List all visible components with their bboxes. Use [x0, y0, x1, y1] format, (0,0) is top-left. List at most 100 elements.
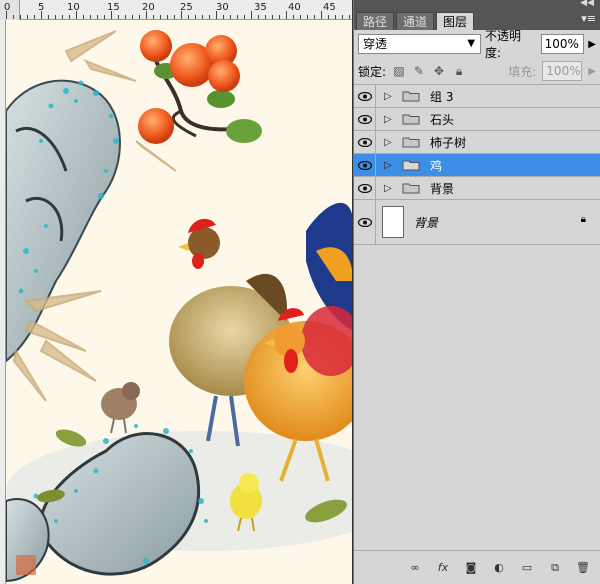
layer-name: 背景 [430, 181, 455, 196]
lock-all-icon[interactable]: 🔒︎ [452, 64, 466, 78]
lock-image-pixels-icon[interactable]: ✎ [412, 64, 426, 78]
ruler-tick [97, 15, 98, 19]
ruler-label: 10 [67, 2, 80, 13]
ruler-tick [160, 15, 161, 19]
visibility-eye-icon[interactable] [354, 177, 376, 199]
painting-artwork [6, 30, 352, 583]
adjustment-layer-icon[interactable]: ◐ [492, 561, 506, 575]
layer-name: 柿子树 [430, 135, 467, 150]
blend-mode-select[interactable]: 穿透 ▼ [358, 34, 482, 54]
layer-style-fx-icon[interactable]: fx [436, 561, 450, 575]
lock-options-row: 锁定: ▨ ✎ ✥ 🔒︎ 填充: 100% ▶ [354, 58, 600, 84]
fill-input[interactable]: 100% [542, 61, 583, 81]
collapse-panel-icon[interactable]: ◀◀ [580, 0, 594, 8]
tab-paths[interactable]: 路径 [356, 12, 395, 30]
ruler-tick [174, 15, 175, 19]
ruler-tick [55, 15, 56, 19]
layer-row-persimmon-tree[interactable]: ▷ 柿子树 [354, 131, 600, 154]
ruler-tick [258, 15, 259, 19]
visibility-eye-icon[interactable] [354, 131, 376, 153]
dropdown-arrow-icon: ▼ [467, 38, 476, 49]
new-group-icon[interactable]: ▭ [520, 561, 534, 575]
add-mask-icon[interactable]: ◙ [464, 561, 478, 575]
ruler-tick [34, 15, 35, 19]
ruler-tick [181, 11, 182, 19]
ruler-label: 40 [288, 2, 301, 13]
ruler-tick [146, 11, 147, 19]
layer-row-background[interactable]: 背景 🔒︎ [354, 200, 600, 245]
ruler-tick [90, 15, 91, 19]
folder-icon [402, 137, 420, 148]
expand-triangle-icon[interactable]: ▷ [384, 137, 398, 148]
expand-triangle-icon[interactable]: ▷ [384, 160, 398, 171]
ruler-label: 15 [107, 2, 120, 13]
lock-label: 锁定: [358, 64, 387, 79]
ruler-tick [265, 15, 266, 19]
ruler-tick [27, 15, 28, 19]
ruler-tick [223, 15, 224, 19]
fill-slider-arrow-icon[interactable]: ▶ [588, 66, 596, 77]
layer-row-background-group[interactable]: ▷ 背景 [354, 177, 600, 200]
layer-name: 鸡 [430, 158, 443, 173]
ruler-label: 20 [142, 2, 155, 13]
layer-name: 组 3 [430, 89, 454, 104]
ruler-label: 0 [4, 2, 11, 13]
folder-icon [402, 114, 420, 125]
ruler-tick [62, 15, 63, 19]
ruler-tick [48, 15, 49, 19]
panel-menu-icon[interactable]: ▾≡ [581, 12, 596, 25]
layer-row-chicken[interactable]: ▷ 鸡 [354, 154, 600, 177]
ruler-tick [321, 11, 322, 19]
visibility-eye-icon[interactable] [354, 154, 376, 176]
expand-triangle-icon[interactable]: ▷ [384, 183, 398, 194]
layers-panel: ◀◀ 路径 通道 图层 ▾≡ 穿透 ▼ 不透明度: 100% ▶ 锁定: ▨ ✎… [353, 0, 600, 584]
expand-triangle-icon[interactable]: ▷ [384, 114, 398, 125]
ruler-tick [6, 11, 7, 19]
ruler-tick [230, 15, 231, 19]
horizontal-ruler: 0 5 10 15 20 25 30 35 40 45 [0, 0, 352, 20]
layer-lock-icon: 🔒︎ [580, 214, 586, 225]
ruler-tick [335, 15, 336, 19]
visibility-eye-icon[interactable] [354, 108, 376, 130]
tab-channels[interactable]: 通道 [396, 12, 435, 30]
visibility-eye-icon[interactable] [354, 200, 376, 244]
tab-layers[interactable]: 图层 [436, 12, 475, 30]
expand-triangle-icon[interactable]: ▷ [384, 91, 398, 102]
ruler-label: 35 [254, 2, 267, 13]
blend-options-row: 穿透 ▼ 不透明度: 100% ▶ [354, 29, 600, 60]
opacity-slider-arrow-icon[interactable]: ▶ [588, 39, 596, 50]
ruler-label: 45 [323, 2, 336, 13]
ruler-tick [69, 15, 70, 19]
layer-row-rocks[interactable]: ▷ 石头 [354, 108, 600, 131]
ruler-tick [209, 15, 210, 19]
ruler-tick [20, 15, 21, 19]
visibility-eye-icon[interactable] [354, 85, 376, 107]
ruler-tick [41, 11, 42, 19]
lock-transparent-pixels-icon[interactable]: ▨ [392, 64, 406, 78]
ruler-tick [167, 15, 168, 19]
ruler-tick [125, 15, 126, 19]
layer-thumbnail [382, 206, 404, 238]
layer-row-group3[interactable]: ▷ 组 3 [354, 85, 600, 108]
ruler-tick [202, 15, 203, 19]
ruler-tick [293, 15, 294, 19]
ruler-tick [195, 15, 196, 19]
ruler-tick [342, 15, 343, 19]
ruler-tick [328, 15, 329, 19]
ruler-tick [216, 11, 217, 19]
document-canvas[interactable]: 0 5 10 15 20 25 30 35 40 45 [0, 0, 353, 584]
new-layer-icon[interactable]: ⧉ [548, 561, 562, 575]
ruler-tick [153, 15, 154, 19]
ruler-label: 30 [216, 2, 229, 13]
ruler-tick [237, 15, 238, 19]
ruler-tick [314, 15, 315, 19]
lock-position-icon[interactable]: ✥ [432, 64, 446, 78]
layer-name: 背景 [414, 215, 439, 230]
opacity-label: 不透明度: [485, 29, 522, 60]
delete-layer-icon[interactable]: 🗑︎ [576, 561, 590, 575]
link-layers-icon[interactable]: ∞ [408, 561, 422, 575]
ruler-tick [83, 15, 84, 19]
ruler-tick [13, 15, 14, 19]
fill-label: 填充: [508, 64, 537, 79]
opacity-input[interactable]: 100% [540, 34, 585, 54]
